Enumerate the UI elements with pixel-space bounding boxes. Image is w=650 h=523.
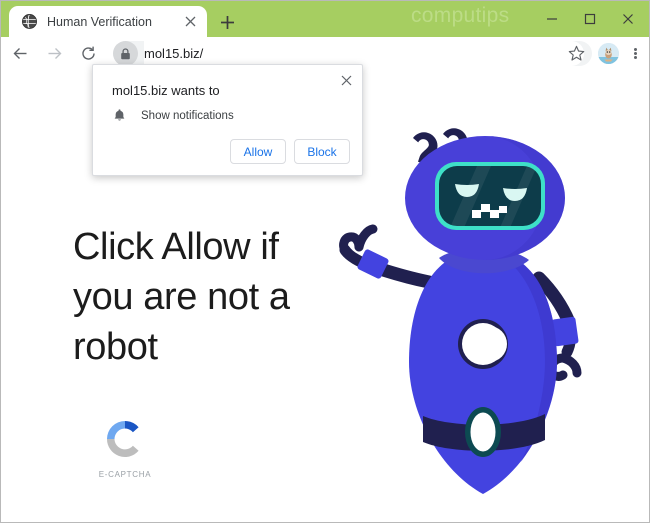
- close-icon: [185, 16, 195, 27]
- captcha-label: E-CAPTCHA: [98, 470, 152, 479]
- address-bar[interactable]: mol15.biz/: [113, 41, 592, 66]
- dialog-title: mol15.biz wants to: [112, 83, 220, 98]
- bookmark-button[interactable]: [567, 44, 586, 63]
- tab-title: Human Verification: [47, 14, 152, 29]
- browser-window: computips Human Verification mol15.biz/ …: [0, 0, 650, 523]
- arrow-right-icon: [48, 48, 61, 59]
- robot-chest-emblem: [458, 319, 508, 369]
- c-captcha-logo-icon: [107, 421, 139, 458]
- three-dot-menu-icon: [633, 47, 637, 60]
- new-tab-button[interactable]: [214, 9, 240, 35]
- globe-icon: [22, 14, 37, 29]
- minimize-button[interactable]: [533, 4, 571, 34]
- plus-icon: [220, 15, 234, 29]
- watermark-text: computips: [411, 4, 510, 27]
- robot-head: [405, 136, 565, 260]
- avatar-icon: [598, 43, 619, 64]
- permission-label: Show notifications: [141, 109, 234, 122]
- lock-icon: [121, 47, 130, 59]
- close-icon: [623, 14, 633, 24]
- close-icon: [341, 75, 351, 85]
- minimize-icon: [547, 18, 557, 20]
- browser-menu-button[interactable]: [622, 41, 648, 67]
- forward-button[interactable]: [39, 39, 69, 69]
- arrow-left-icon: [13, 48, 26, 59]
- robot-left-arm: [339, 224, 436, 289]
- dialog-close-button[interactable]: [336, 70, 356, 90]
- permission-row: Show notifications: [112, 108, 234, 123]
- dialog-actions: Allow Block: [230, 139, 350, 164]
- close-button[interactable]: [609, 4, 647, 34]
- notification-permission-dialog: mol15.biz wants to Show notifications Al…: [92, 64, 363, 176]
- allow-button[interactable]: Allow: [230, 139, 286, 164]
- bell-icon: [114, 109, 125, 121]
- maximize-button[interactable]: [571, 4, 609, 34]
- star-icon: [568, 45, 585, 61]
- browser-tab[interactable]: Human Verification: [9, 6, 207, 37]
- back-button[interactable]: [5, 39, 35, 69]
- robot-body: [409, 247, 557, 494]
- maximize-icon: [584, 13, 596, 25]
- profile-avatar[interactable]: [598, 43, 619, 64]
- block-button[interactable]: Block: [294, 139, 350, 164]
- site-security-button[interactable]: [113, 41, 138, 66]
- tab-close-button[interactable]: [179, 11, 201, 33]
- captcha-logo: E-CAPTCHA: [79, 416, 171, 479]
- window-controls: [533, 1, 647, 37]
- reload-icon: [81, 46, 95, 60]
- url-text[interactable]: mol15.biz/: [144, 41, 584, 66]
- page-headline: Click Allow if you are not a robot: [73, 226, 290, 368]
- confused-robot-illustration: [339, 128, 582, 494]
